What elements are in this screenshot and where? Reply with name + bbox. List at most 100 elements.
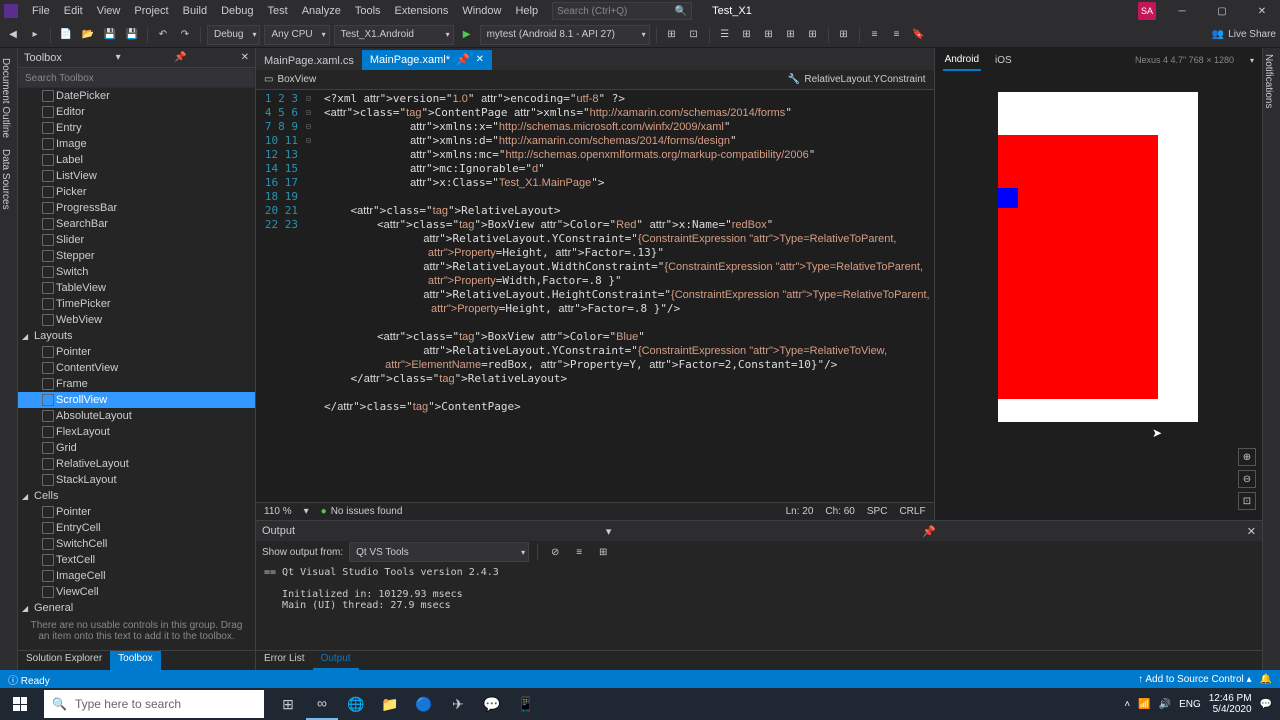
source-control-button[interactable]: ↑ Add to Source Control ▴ [1138, 674, 1251, 685]
startup-project-dropdown[interactable]: Test_X1.Android [334, 25, 454, 45]
user-avatar[interactable]: SA [1138, 2, 1156, 20]
toolbox-item-timepicker[interactable]: TimePicker [18, 296, 255, 312]
toolbox-item-picker[interactable]: Picker [18, 184, 255, 200]
spacing-indicator[interactable]: SPC [867, 506, 888, 517]
toolbox-item-label[interactable]: Label [18, 152, 255, 168]
toolbox-item-editor[interactable]: Editor [18, 104, 255, 120]
preview-canvas[interactable]: ➤ ⊕ ⊖ ⊡ [935, 72, 1262, 520]
chrome-icon[interactable]: 🔵 [408, 688, 440, 720]
toolbar-icon-3[interactable]: ☰ [716, 26, 734, 44]
preview-tab-android[interactable]: Android [943, 50, 981, 71]
menu-test[interactable]: Test [262, 3, 294, 19]
toolbox-item-entry[interactable]: Entry [18, 120, 255, 136]
toolbar-icon-1[interactable]: ⊞ [663, 26, 681, 44]
toolbar-icon-9[interactable]: ≡ [866, 26, 884, 44]
document-outline-tab[interactable]: Document Outline [0, 54, 13, 142]
toolbox-group-cells[interactable]: Cells [18, 488, 255, 504]
toolbox-close-icon[interactable]: ✕ [241, 52, 249, 63]
toolbar-icon-5[interactable]: ⊞ [760, 26, 778, 44]
toolbar-icon-6[interactable]: ⊞ [782, 26, 800, 44]
toolbox-item-frame[interactable]: Frame [18, 376, 255, 392]
toolbox-item-flexlayout[interactable]: FlexLayout [18, 424, 255, 440]
app-icon[interactable]: 💬 [476, 688, 508, 720]
toolbox-item-switch[interactable]: Switch [18, 264, 255, 280]
tab-mainpage-cs[interactable]: MainPage.xaml.cs [256, 50, 362, 70]
task-view-icon[interactable]: ⊞ [272, 688, 304, 720]
toolbox-item-switchcell[interactable]: SwitchCell [18, 536, 255, 552]
menu-project[interactable]: Project [128, 3, 174, 19]
nav-member-dropdown[interactable]: 🔧 RelativeLayout.YConstraint [780, 74, 934, 85]
telegram-icon[interactable]: ✈ [442, 688, 474, 720]
toolbox-item-grid[interactable]: Grid [18, 440, 255, 456]
back-button[interactable]: ◀ [4, 26, 22, 44]
toolbox-item-stacklayout[interactable]: StackLayout [18, 472, 255, 488]
device-selector[interactable]: Nexus 4 4.7" 768 × 1280 [1135, 55, 1234, 65]
menu-build[interactable]: Build [177, 3, 213, 19]
toolbar-icon-8[interactable]: ⊞ [835, 26, 853, 44]
solution-explorer-tab[interactable]: Solution Explorer [18, 651, 110, 670]
run-target-dropdown[interactable]: mytest (Android 8.1 - API 27) [480, 25, 650, 45]
menu-extensions[interactable]: Extensions [389, 3, 455, 19]
undo-button[interactable]: ↶ [154, 26, 172, 44]
taskbar-search-input[interactable]: 🔍 Type here to search [44, 690, 264, 718]
menu-edit[interactable]: Edit [58, 3, 89, 19]
start-button[interactable] [0, 688, 40, 720]
output-close-icon[interactable]: ✕ [1247, 525, 1256, 538]
minimize-button[interactable]: ─ [1168, 2, 1196, 20]
toolbox-item-entrycell[interactable]: EntryCell [18, 520, 255, 536]
toolbox-item-stepper[interactable]: Stepper [18, 248, 255, 264]
toolbox-item-pointer[interactable]: Pointer [18, 344, 255, 360]
toolbox-item-tableview[interactable]: TableView [18, 280, 255, 296]
data-sources-tab[interactable]: Data Sources [0, 145, 13, 214]
toolbar-icon-2[interactable]: ⊡ [685, 26, 703, 44]
notifications-icon[interactable]: 🔔 [1260, 674, 1272, 685]
config-dropdown[interactable]: Debug [207, 25, 260, 45]
output-clear-icon[interactable]: ⊘ [546, 543, 564, 561]
toolbox-group-layouts[interactable]: Layouts [18, 328, 255, 344]
menu-view[interactable]: View [91, 3, 127, 19]
toolbox-search-input[interactable]: Search Toolbox [18, 68, 255, 88]
menu-tools[interactable]: Tools [349, 3, 387, 19]
toolbar-icon-4[interactable]: ⊞ [738, 26, 756, 44]
menu-help[interactable]: Help [509, 3, 544, 19]
toolbox-item-image[interactable]: Image [18, 136, 255, 152]
toolbox-item-viewcell[interactable]: ViewCell [18, 584, 255, 600]
start-debug-button[interactable]: ▶ [458, 26, 476, 44]
output-source-dropdown[interactable]: Qt VS Tools [349, 542, 529, 562]
zoom-level[interactable]: 110 % [264, 506, 292, 517]
toolbar-icon-7[interactable]: ⊞ [804, 26, 822, 44]
bookmark-icon[interactable]: 🔖 [910, 26, 928, 44]
output-wrap-icon[interactable]: ⊞ [594, 543, 612, 561]
zoom-dropdown-icon[interactable]: ▾ [304, 506, 309, 517]
save-all-button[interactable]: 💾 [123, 26, 141, 44]
code-content[interactable]: <?xml attr">version="1.0" attr">encoding… [320, 90, 934, 502]
toolbox-item-searchbar[interactable]: SearchBar [18, 216, 255, 232]
tab-mainpage-xaml[interactable]: MainPage.xaml* 📌 ✕ [362, 50, 492, 70]
platform-dropdown[interactable]: Any CPU [264, 25, 329, 45]
toolbox-item-textcell[interactable]: TextCell [18, 552, 255, 568]
error-list-tab[interactable]: Error List [256, 651, 313, 670]
code-editor[interactable]: 1 2 3 4 5 6 7 8 9 10 11 12 13 14 15 16 1… [256, 90, 934, 502]
output-content[interactable]: == Qt Visual Studio Tools version 2.4.3 … [256, 563, 1262, 650]
toolbox-item-contentview[interactable]: ContentView [18, 360, 255, 376]
toolbox-tab[interactable]: Toolbox [110, 651, 160, 670]
live-share-button[interactable]: 👥 Live Share [1212, 29, 1276, 40]
toolbox-dropdown-icon[interactable]: ▾ [116, 52, 121, 63]
global-search-input[interactable]: Search (Ctrl+Q) 🔍 [552, 2, 692, 20]
tray-volume-icon[interactable]: 🔊 [1159, 699, 1171, 710]
tab-close-icon[interactable]: ✕ [476, 54, 484, 65]
tab-pin-icon[interactable]: 📌 [456, 53, 470, 66]
menu-file[interactable]: File [26, 3, 56, 19]
nav-type-dropdown[interactable]: ▭ BoxView [256, 74, 324, 85]
new-project-button[interactable]: 📄 [57, 26, 75, 44]
output-toggle-icon[interactable]: ≡ [570, 543, 588, 561]
fold-gutter[interactable]: ⊟ ⊟ ⊟ ⊟ [306, 90, 320, 502]
visual-studio-icon[interactable]: ∞ [306, 688, 338, 720]
toolbox-item-scrollview[interactable]: ScrollView [18, 392, 255, 408]
preview-tab-ios[interactable]: iOS [993, 51, 1014, 70]
toolbox-item-relativelayout[interactable]: RelativeLayout [18, 456, 255, 472]
menu-analyze[interactable]: Analyze [296, 3, 347, 19]
toolbox-item-imagecell[interactable]: ImageCell [18, 568, 255, 584]
toolbox-group-general[interactable]: General [18, 600, 255, 612]
toolbox-item-progressbar[interactable]: ProgressBar [18, 200, 255, 216]
